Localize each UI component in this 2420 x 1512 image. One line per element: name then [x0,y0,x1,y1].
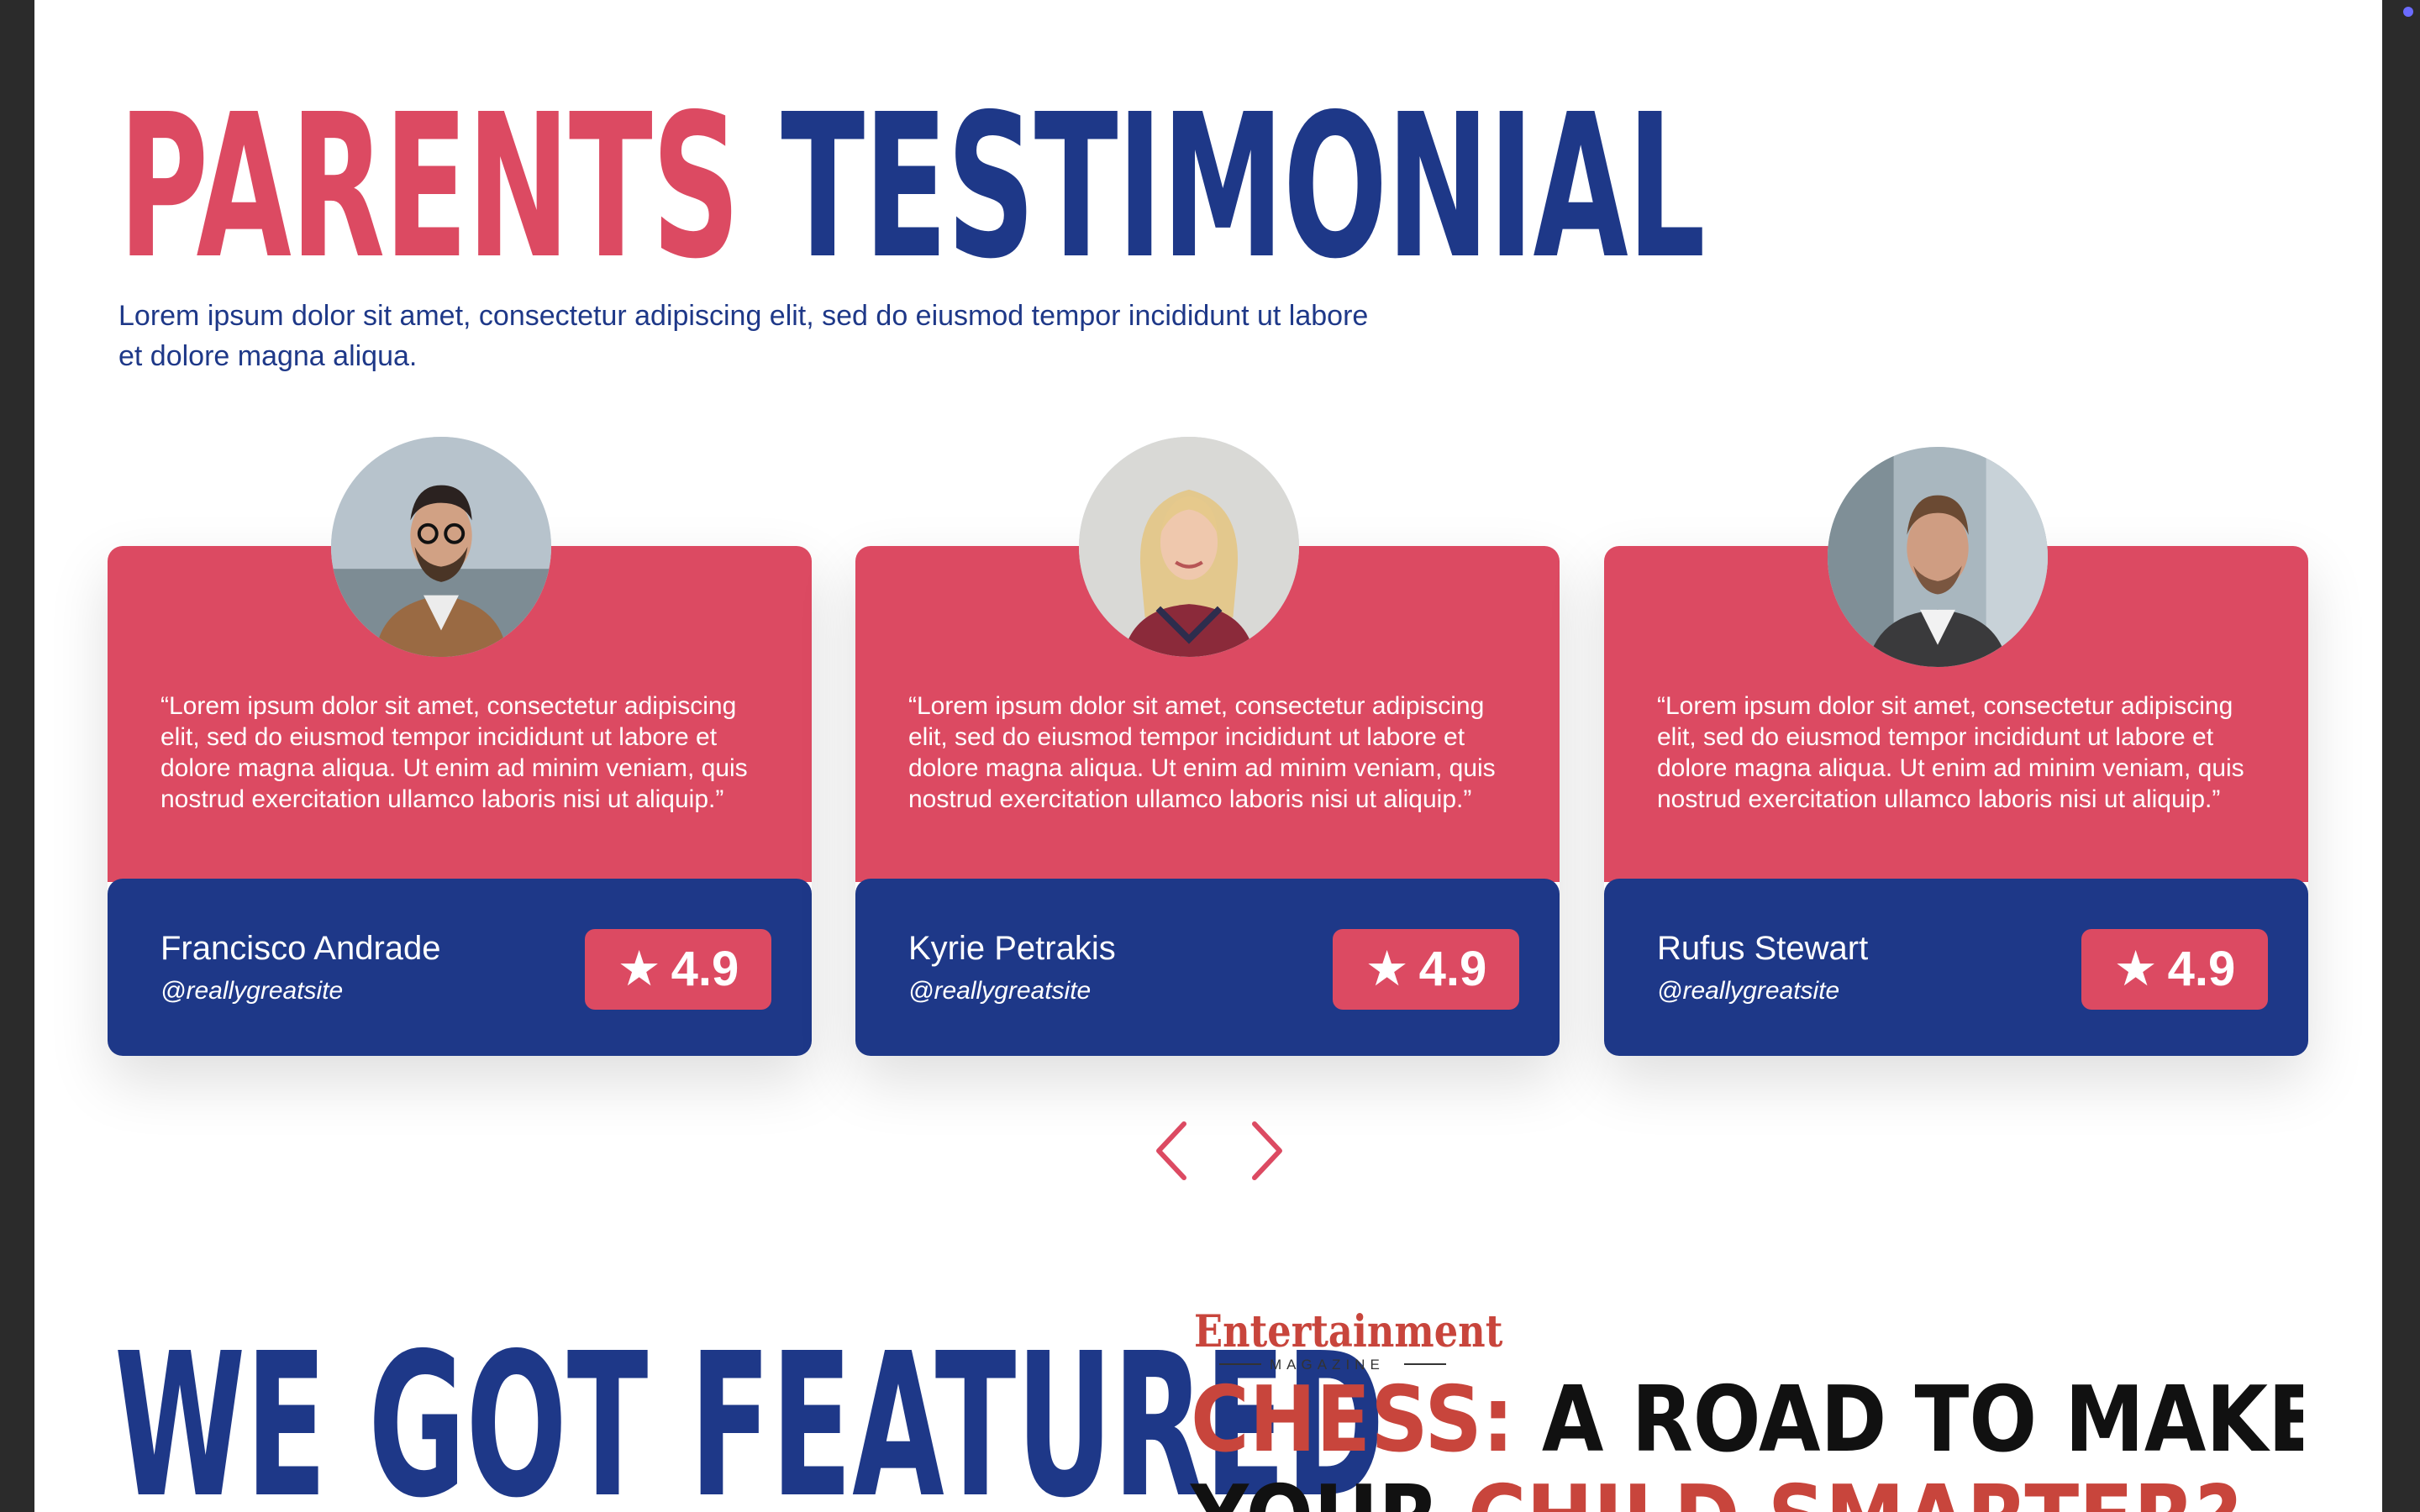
divider [1219,1363,1261,1365]
divider [1404,1363,1446,1365]
testimonial-card: “Lorem ipsum dolor sit amet, consectetur… [108,437,812,1056]
magazine-headline: CHESS: A ROAD TO MAKE YOUR CHILD SMARTER? [1191,1371,2303,1512]
avatar [331,437,551,657]
title-highlight: PARENTS [118,71,740,302]
author-handle: @reallygreatsite [1657,977,1840,1005]
star-icon: ★ [1365,942,1409,996]
headline-text: A ROAD TO MAKE [1513,1368,2303,1473]
rating-value: 4.9 [671,942,739,996]
chevron-left-icon [1156,1121,1186,1180]
testimonial-quote: “Lorem ipsum dolor sit amet, consectetur… [1657,692,2244,813]
headline-highlight: CHILD SMARTER? [1468,1467,2242,1512]
star-icon: ★ [2113,942,2158,996]
testimonial-card: “Lorem ipsum dolor sit amet, consectetur… [855,437,1560,1056]
scroll-indicator[interactable] [2403,7,2413,17]
headline-highlight: CHESS: [1191,1368,1514,1473]
avatar [1079,437,1299,657]
testimonial-card: “Lorem ipsum dolor sit amet, consectetur… [1604,447,2308,1056]
testimonial-title: PARENTS TESTIMONIAL [118,88,1706,286]
rating-badge: ★ 4.9 [1333,929,1519,1010]
carousel-next-button[interactable] [1246,1121,1286,1181]
author-name: Francisco Andrade [160,930,441,967]
rating-value: 4.9 [1418,942,1487,996]
headline-text: YOUR [1191,1467,1468,1512]
testimonial-quote: “Lorem ipsum dolor sit amet, consectetur… [160,692,748,813]
testimonial-quote: “Lorem ipsum dolor sit amet, consectetur… [908,692,1496,813]
star-icon: ★ [617,942,661,996]
scrollbar-track[interactable] [2382,0,2420,1512]
author-handle: @reallygreatsite [908,977,1092,1005]
testimonial-intro: Lorem ipsum dolor sit amet, consectetur … [118,300,1369,372]
rating-value: 4.9 [2167,942,2236,996]
page: PARENTS TESTIMONIAL Lorem ipsum dolor si… [34,0,2382,1512]
chevron-right-icon [1252,1121,1282,1180]
author-name: Kyrie Petrakis [908,930,1116,967]
carousel-prev-button[interactable] [1152,1121,1192,1181]
avatar [1828,447,2048,667]
rating-badge: ★ 4.9 [585,929,771,1010]
magazine-logo: Entertainment [1194,1310,1503,1357]
rating-badge: ★ 4.9 [2081,929,2268,1010]
title-main: TESTIMONIAL [781,71,1705,302]
magazine-feature: Entertainment MAGAZINE CHESS: A ROAD TO … [1152,1310,2303,1512]
author-handle: @reallygreatsite [160,977,344,1005]
author-name: Rufus Stewart [1657,930,1869,967]
